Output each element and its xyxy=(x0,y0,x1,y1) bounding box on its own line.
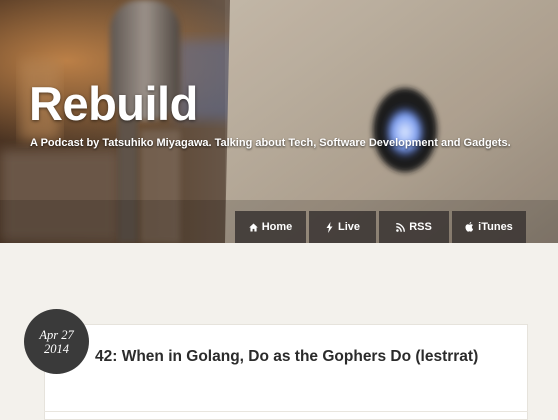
divider xyxy=(44,411,528,412)
episode-date-month-day: Apr 27 xyxy=(39,327,74,342)
site-title[interactable]: Rebuild xyxy=(29,74,198,134)
nav-itunes-label: iTunes xyxy=(478,221,513,233)
hero-banner: Rebuild A Podcast by Tatsuhiko Miyagawa.… xyxy=(0,0,558,243)
rss-icon xyxy=(396,222,406,232)
nav-rss-link[interactable]: RSS xyxy=(379,211,449,243)
home-icon xyxy=(248,222,258,232)
page: Rebuild A Podcast by Tatsuhiko Miyagawa.… xyxy=(0,0,558,420)
nav-live-label: Live xyxy=(337,221,360,233)
nav-home-link[interactable]: Home xyxy=(235,211,306,243)
apple-icon xyxy=(465,222,474,232)
nav-itunes-link[interactable]: iTunes xyxy=(452,211,526,243)
site-tagline: A Podcast by Tatsuhiko Miyagawa. Talking… xyxy=(30,137,511,149)
nav-live-link[interactable]: Live xyxy=(309,211,376,243)
nav-home-label: Home xyxy=(261,221,293,233)
main-nav: Home Live RSS iTunes xyxy=(235,211,526,243)
episode-date-year: 2014 xyxy=(44,341,69,356)
nav-rss-label: RSS xyxy=(409,221,432,233)
episode-date-badge: Apr 27 2014 xyxy=(24,309,89,374)
episode-card xyxy=(44,324,528,420)
lightning-icon xyxy=(325,221,334,233)
episode-title[interactable]: 42: When in Golang, Do as the Gophers Do… xyxy=(95,345,515,369)
